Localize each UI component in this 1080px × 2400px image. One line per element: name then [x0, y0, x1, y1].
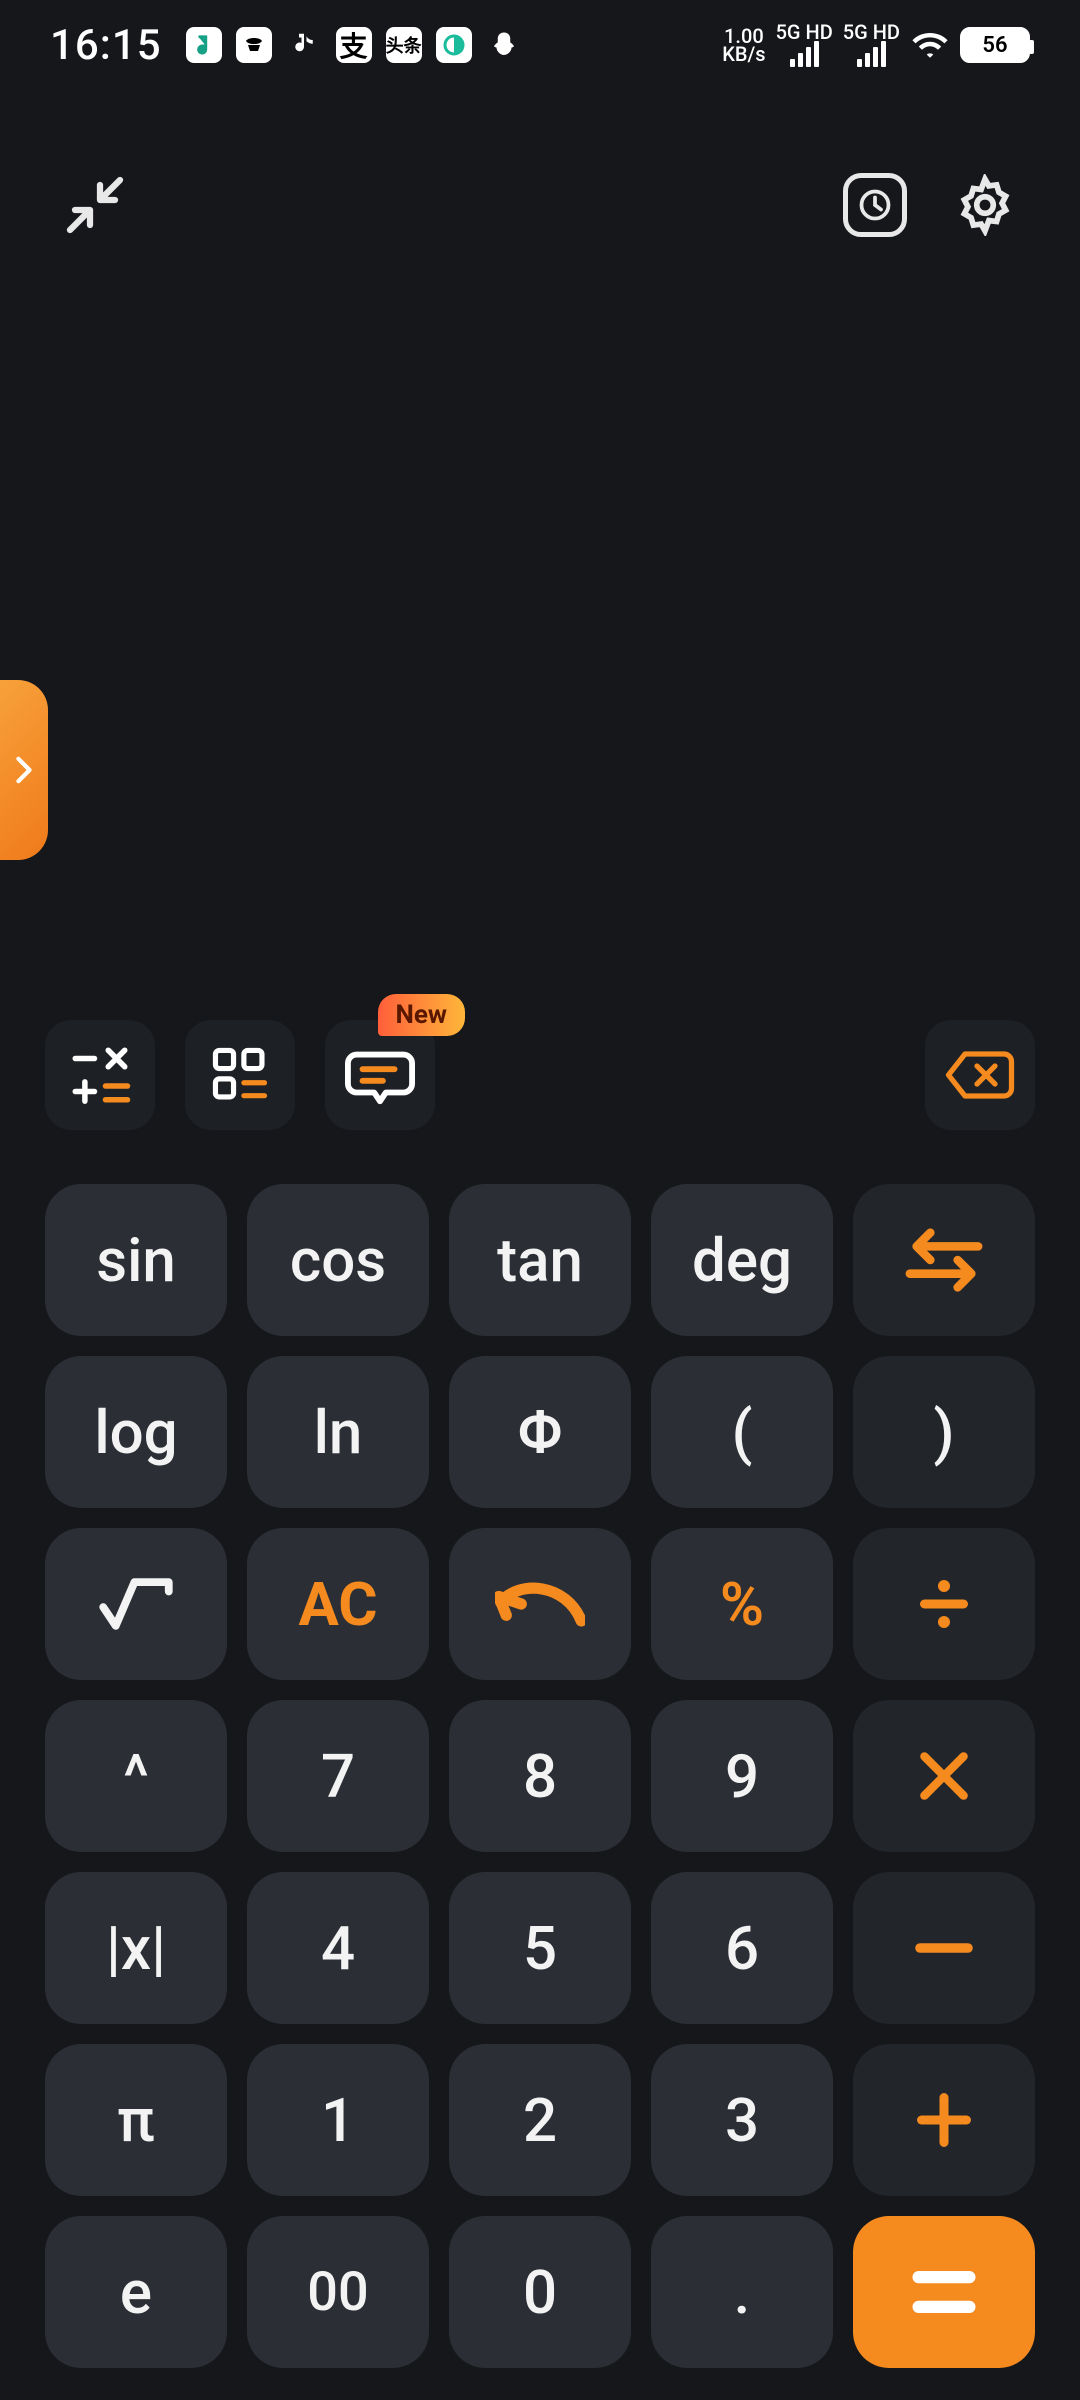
- signal-1-bars: [790, 41, 819, 67]
- grid-list-icon: [209, 1044, 271, 1106]
- battery-level: 56: [982, 33, 1007, 58]
- key-6[interactable]: 6: [651, 1872, 833, 2024]
- key-9[interactable]: 9: [651, 1700, 833, 1852]
- key-e[interactable]: e: [45, 2216, 227, 2368]
- new-badge: New: [378, 994, 465, 1036]
- app-icon-3: [286, 27, 322, 63]
- chat-icon: [345, 1040, 415, 1110]
- key-abs[interactable]: |x|: [45, 1872, 227, 2024]
- app-icon-7: [486, 27, 522, 63]
- keypad: sin cos tan deg log ln Φ ( ) AC % ^ 7 8: [0, 1170, 1080, 2400]
- settings-button[interactable]: [950, 170, 1020, 240]
- signal-2-label: 5G HD: [843, 23, 900, 41]
- key-ln[interactable]: ln: [247, 1356, 429, 1508]
- key-7[interactable]: 7: [247, 1700, 429, 1852]
- history-button[interactable]: [840, 170, 910, 240]
- status-time: 16:15: [50, 21, 162, 70]
- key-undo[interactable]: [449, 1528, 631, 1680]
- key-3[interactable]: 3: [651, 2044, 833, 2196]
- signal-1-label: 5G HD: [776, 23, 833, 41]
- key-00[interactable]: 00: [247, 2216, 429, 2368]
- key-divide[interactable]: [853, 1528, 1035, 1680]
- app-icon-4: 支: [336, 27, 372, 63]
- chevron-right-icon: [14, 756, 34, 784]
- top-actions: [0, 90, 1080, 260]
- key-0[interactable]: 0: [449, 2216, 631, 2368]
- plus-icon: [914, 2090, 974, 2150]
- key-power[interactable]: ^: [45, 1700, 227, 1852]
- key-minus[interactable]: [853, 1872, 1035, 2024]
- status-bar: 16:15 支 头条 1.00 KB/s 5G HD 5G HD: [0, 0, 1080, 90]
- backspace-icon: [944, 1047, 1016, 1103]
- signal-2: 5G HD: [843, 23, 900, 67]
- key-1[interactable]: 1: [247, 2044, 429, 2196]
- equals-icon: [909, 2267, 979, 2317]
- mode-arithmetic-button[interactable]: [45, 1020, 155, 1130]
- key-plus[interactable]: [853, 2044, 1035, 2196]
- side-drawer-handle[interactable]: [0, 680, 48, 860]
- swap-arrows-icon: [903, 1228, 985, 1292]
- status-right: 1.00 KB/s 5G HD 5G HD 56: [722, 23, 1030, 67]
- minus-icon: [912, 1938, 976, 1958]
- key-sin[interactable]: sin: [45, 1184, 227, 1336]
- mode-apps-button[interactable]: [185, 1020, 295, 1130]
- undo-icon: [495, 1577, 585, 1631]
- key-phi[interactable]: Φ: [449, 1356, 631, 1508]
- arithmetic-icon: [67, 1042, 133, 1108]
- net-speed: 1.00 KB/s: [722, 27, 765, 63]
- key-equals[interactable]: [853, 2216, 1035, 2368]
- divide-icon: [914, 1574, 974, 1634]
- key-multiply[interactable]: [853, 1700, 1035, 1852]
- key-right-paren[interactable]: ): [853, 1356, 1035, 1508]
- key-8[interactable]: 8: [449, 1700, 631, 1852]
- key-5[interactable]: 5: [449, 1872, 631, 2024]
- battery-icon: 56: [960, 27, 1030, 63]
- app-icon-5: 头条: [386, 27, 422, 63]
- wifi-icon: [910, 29, 950, 61]
- key-log[interactable]: log: [45, 1356, 227, 1508]
- key-dot[interactable]: .: [651, 2216, 833, 2368]
- app-icon-2: [236, 27, 272, 63]
- key-swap[interactable]: [853, 1184, 1035, 1336]
- key-cos[interactable]: cos: [247, 1184, 429, 1336]
- app-icon-1: [186, 27, 222, 63]
- sqrt-icon: [97, 1574, 175, 1634]
- key-sqrt[interactable]: [45, 1528, 227, 1680]
- gear-icon: [954, 174, 1016, 236]
- backspace-button[interactable]: [925, 1020, 1035, 1130]
- key-deg[interactable]: deg: [651, 1184, 833, 1336]
- signal-2-bars: [857, 41, 886, 67]
- key-2[interactable]: 2: [449, 2044, 631, 2196]
- key-pi[interactable]: π: [45, 2044, 227, 2196]
- multiply-icon: [916, 1748, 972, 1804]
- app-icon-6: [436, 27, 472, 63]
- key-tan[interactable]: tan: [449, 1184, 631, 1336]
- key-percent[interactable]: %: [651, 1528, 833, 1680]
- clock-icon: [843, 173, 907, 237]
- net-speed-unit: KB/s: [722, 45, 765, 63]
- chat-button[interactable]: New: [325, 1020, 435, 1130]
- signal-1: 5G HD: [776, 23, 833, 67]
- status-left: 16:15 支 头条: [50, 21, 522, 70]
- key-4[interactable]: 4: [247, 1872, 429, 2024]
- key-left-paren[interactable]: (: [651, 1356, 833, 1508]
- tool-row: New: [0, 1020, 1080, 1130]
- key-ac[interactable]: AC: [247, 1528, 429, 1680]
- collapse-button[interactable]: [60, 170, 130, 240]
